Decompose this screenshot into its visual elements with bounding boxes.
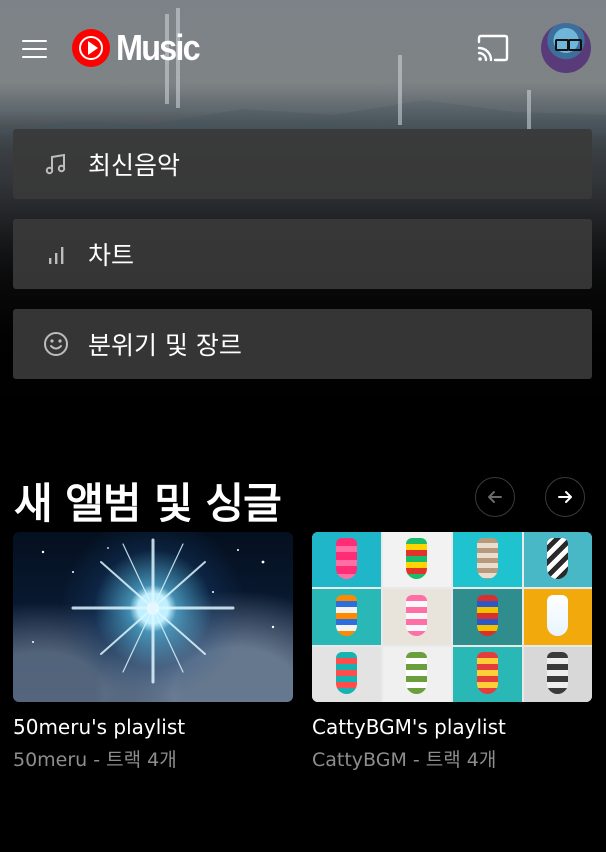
top-bar: Music [0, 0, 606, 100]
arrow-left-icon[interactable] [475, 477, 515, 517]
avatar[interactable] [541, 23, 591, 73]
socks-collage-artwork [312, 532, 592, 702]
nav-charts[interactable]: 차트 [13, 219, 592, 289]
nav-label: 분위기 및 장르 [88, 331, 242, 360]
album-title[interactable]: CattyBGM's playlist [312, 715, 592, 739]
album-thumbnail[interactable] [13, 532, 293, 702]
starburst-rays [32, 538, 275, 684]
album-card[interactable]: CattyBGM's playlist CattyBGM - 트랙 4개 [312, 532, 592, 772]
album-subtitle: CattyBGM - 트랙 4개 [312, 749, 497, 771]
chart-bars-icon [41, 239, 71, 269]
nav-new-releases[interactable]: 최신음악 [13, 129, 592, 199]
youtube-music-logo[interactable]: Music [72, 27, 208, 68]
album-subtitle: 50meru - 트랙 4개 [13, 749, 177, 771]
album-title[interactable]: 50meru's playlist [13, 715, 293, 739]
nav-label: 최신음악 [88, 151, 181, 180]
youtube-music-logo-icon [72, 29, 110, 67]
arrow-right-icon[interactable] [545, 477, 585, 517]
album-card[interactable]: 50meru's playlist 50meru - 트랙 4개 [13, 532, 293, 772]
smiley-icon [41, 329, 71, 359]
album-thumbnail[interactable] [312, 532, 592, 702]
nav-moods-genres[interactable]: 분위기 및 장르 [13, 309, 592, 379]
section-title: 새 앨범 및 싱글 [14, 479, 282, 528]
music-note-icon [41, 149, 71, 179]
hamburger-menu-icon[interactable] [19, 36, 51, 62]
cast-icon[interactable] [476, 34, 512, 64]
nav-label: 차트 [88, 241, 135, 270]
logo-text: Music [116, 27, 201, 68]
